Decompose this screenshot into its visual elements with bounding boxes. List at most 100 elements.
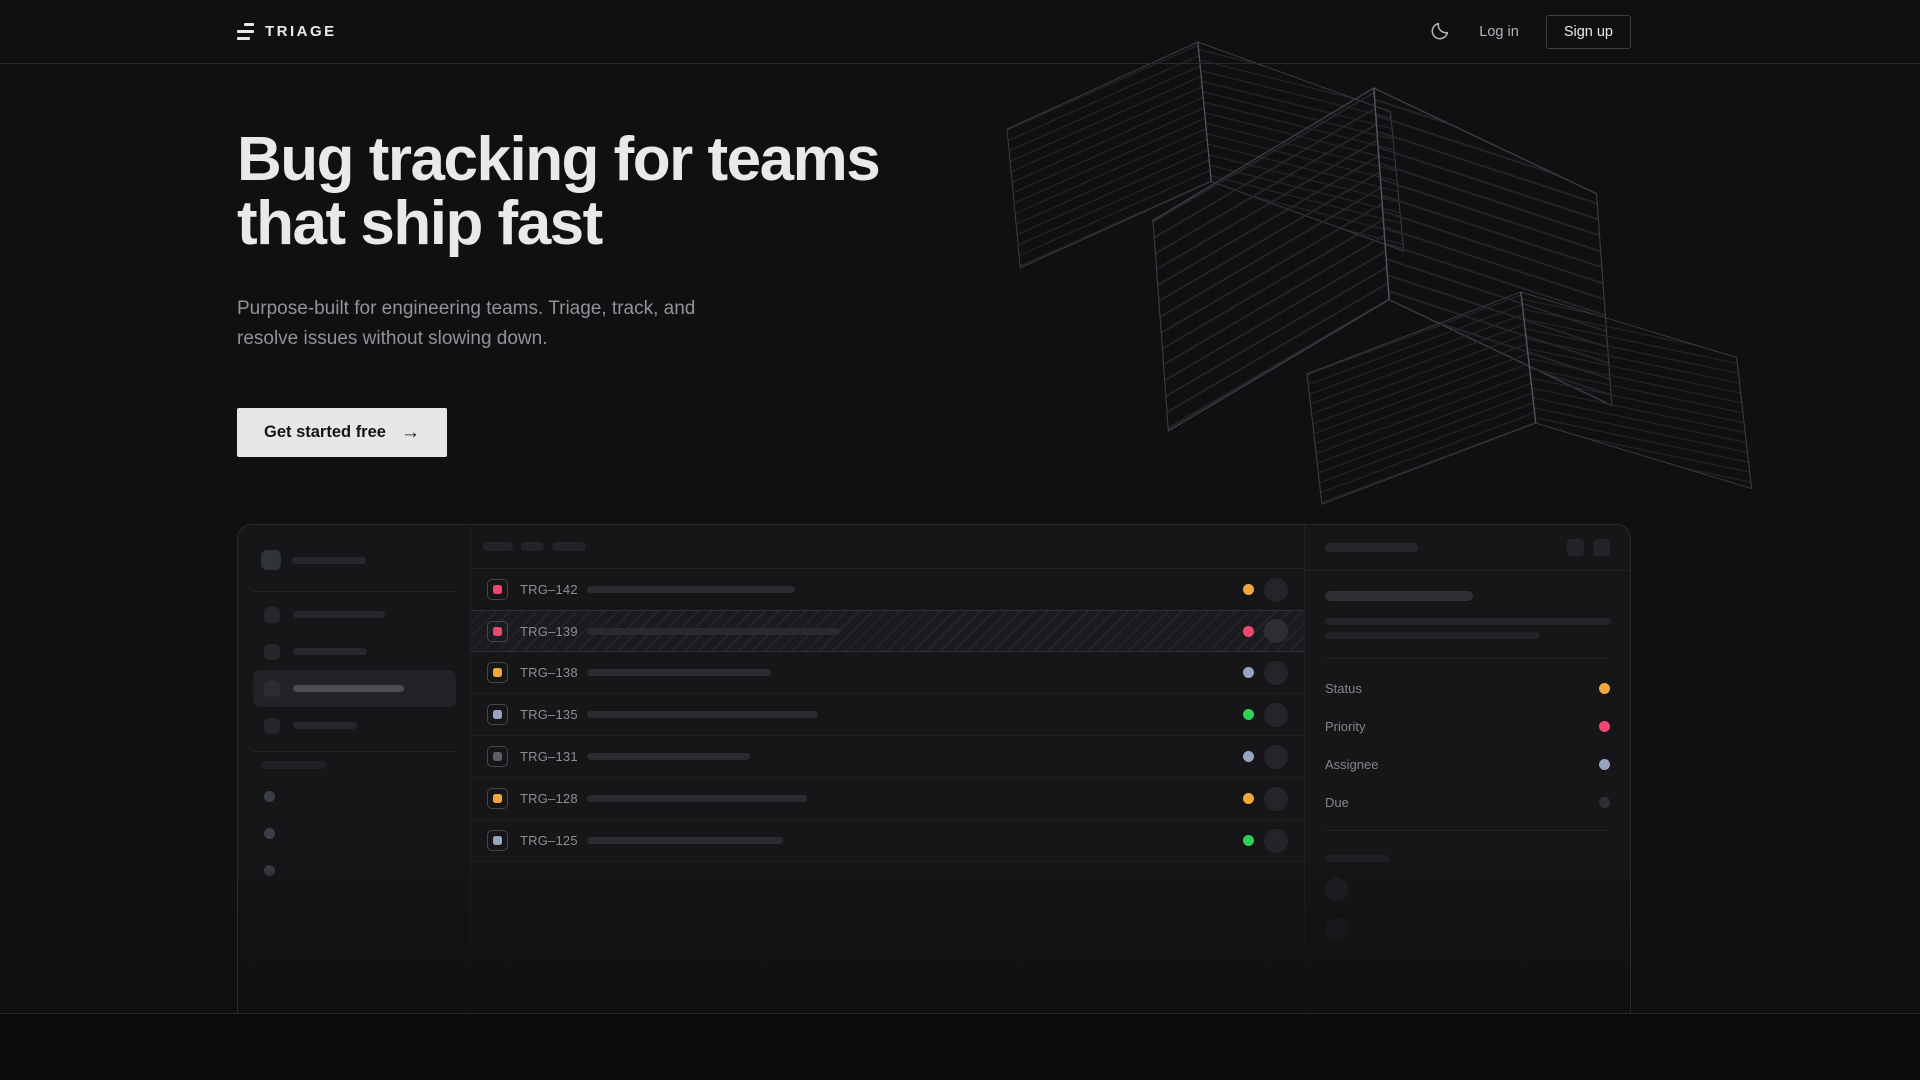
issue-id: TRG–138 — [520, 665, 578, 680]
issue-id: TRG–139 — [520, 624, 578, 639]
assignee-avatar — [1264, 661, 1288, 685]
nav-item-label-skeleton — [293, 685, 404, 692]
status-dot — [1243, 584, 1254, 595]
issue-type-icon — [487, 579, 508, 600]
status-dot — [1243, 626, 1254, 637]
signup-button[interactable]: Sign up — [1546, 15, 1631, 49]
assignee-avatar — [1264, 578, 1288, 602]
preview-detail-panel: Status Priority Assignee Due — [1304, 525, 1630, 1013]
issue-id: TRG–135 — [520, 707, 578, 722]
status-dot — [1243, 793, 1254, 804]
assignee-avatar — [1264, 703, 1288, 727]
assignee-avatar — [1264, 829, 1288, 853]
status-dot — [1243, 709, 1254, 720]
issue-row: TRG–128 — [471, 778, 1304, 820]
issue-id: TRG–128 — [520, 791, 578, 806]
field-value-dot — [1599, 721, 1610, 732]
panel-header-skeleton — [1305, 525, 1630, 571]
workspace-avatar-skeleton — [261, 550, 281, 570]
issue-title-skeleton — [587, 753, 750, 760]
issue-row: TRG–125 — [471, 820, 1304, 862]
detail-field-row: Due — [1325, 783, 1610, 821]
sidebar-nav-skeleton — [238, 596, 470, 744]
theme-toggle-button[interactable] — [1427, 19, 1452, 44]
nav-item-label-skeleton — [293, 611, 385, 618]
nav-item-icon-skeleton — [264, 681, 280, 697]
status-dot — [1243, 667, 1254, 678]
activity-avatar-skeleton — [1325, 878, 1348, 901]
nav-item-icon-skeleton — [264, 718, 280, 734]
panel-fields: Status Priority Assignee Due — [1325, 669, 1610, 821]
arrow-right-icon: → — [401, 422, 420, 444]
page: TRIAGE Log in Sign up Bug tracking for t… — [0, 0, 1920, 1080]
issue-row: TRG–142 — [471, 569, 1304, 611]
assignee-avatar — [1264, 619, 1288, 643]
brand[interactable]: TRIAGE — [237, 23, 337, 40]
sidebar-section-label-skeleton — [261, 761, 326, 769]
sidebar-nav-item-skeleton — [253, 707, 456, 744]
activity-avatar-skeleton — [1325, 918, 1348, 941]
issue-row: TRG–131 — [471, 736, 1304, 778]
field-value-dot — [1599, 683, 1610, 694]
detail-field-row: Status — [1325, 669, 1610, 707]
issue-title-skeleton — [587, 628, 840, 635]
panel-body-skeleton — [1325, 632, 1540, 639]
brand-name: TRIAGE — [265, 23, 337, 40]
issue-title-skeleton — [587, 711, 818, 718]
footer — [0, 1014, 1920, 1080]
login-link[interactable]: Log in — [1479, 24, 1519, 40]
sidebar-nav-item-skeleton — [253, 633, 456, 670]
issue-id: TRG–125 — [520, 833, 578, 848]
issue-title-skeleton — [587, 586, 795, 593]
panel-divider — [1325, 830, 1610, 831]
issue-title-skeleton — [587, 795, 807, 802]
issue-type-icon — [487, 704, 508, 725]
navbar: TRIAGE Log in Sign up — [0, 0, 1920, 64]
issue-id: TRG–131 — [520, 749, 578, 764]
workspace-switcher-skeleton — [261, 550, 470, 570]
triage-logo-icon — [237, 23, 254, 40]
status-dot — [1243, 835, 1254, 846]
field-value-dot — [1599, 797, 1610, 808]
tab-skeleton — [483, 542, 513, 551]
panel-body-skeleton — [1325, 618, 1611, 625]
sidebar-nav-item-skeleton — [253, 670, 456, 707]
issue-title-skeleton — [587, 837, 783, 844]
nav-item-label-skeleton — [293, 722, 357, 729]
issue-type-icon — [487, 746, 508, 767]
nav-item-label-skeleton — [293, 648, 367, 655]
panel-action-button-skeleton — [1567, 539, 1584, 556]
hero-section: Bug tracking for teamsthat ship fast Pur… — [237, 128, 879, 457]
panel-header-bar-skeleton — [1325, 543, 1418, 552]
issue-type-icon — [487, 621, 508, 642]
detail-field-row: Priority — [1325, 707, 1610, 745]
issue-type-icon — [487, 830, 508, 851]
panel-title-skeleton — [1325, 591, 1473, 601]
sidebar-divider — [253, 751, 456, 752]
field-value-dot — [1599, 759, 1610, 770]
moon-icon — [1429, 21, 1450, 42]
detail-field-row: Assignee — [1325, 745, 1610, 783]
issue-type-icon — [487, 662, 508, 683]
sidebar-nav-item-skeleton — [253, 596, 456, 633]
issue-type-icon — [487, 788, 508, 809]
sidebar-dots — [264, 791, 470, 876]
field-label: Status — [1325, 681, 1362, 696]
preview-issue-list: TRG–142 TRG–139 TRG–138 TRG–135 TRG–131 — [471, 525, 1304, 1013]
field-label: Assignee — [1325, 757, 1378, 772]
decorative-wireframe-graphic — [985, 40, 1795, 540]
tab-skeleton — [552, 542, 586, 551]
issue-row: TRG–135 — [471, 694, 1304, 736]
workspace-name-skeleton — [292, 557, 366, 564]
panel-divider — [1325, 658, 1610, 659]
issue-row: TRG–138 — [471, 652, 1304, 694]
nav-item-icon-skeleton — [264, 644, 280, 660]
assignee-avatar — [1264, 745, 1288, 769]
panel-action-button-skeleton — [1593, 539, 1610, 556]
field-label: Due — [1325, 795, 1349, 810]
app-preview-card: TRG–142 TRG–139 TRG–138 TRG–135 TRG–131 — [237, 524, 1631, 1013]
tab-skeleton — [521, 542, 544, 551]
hero-subtitle: Purpose-built for engineering teams. Tri… — [237, 294, 879, 354]
panel-section-label-skeleton — [1325, 855, 1390, 862]
get-started-button[interactable]: Get started free → — [237, 408, 447, 457]
